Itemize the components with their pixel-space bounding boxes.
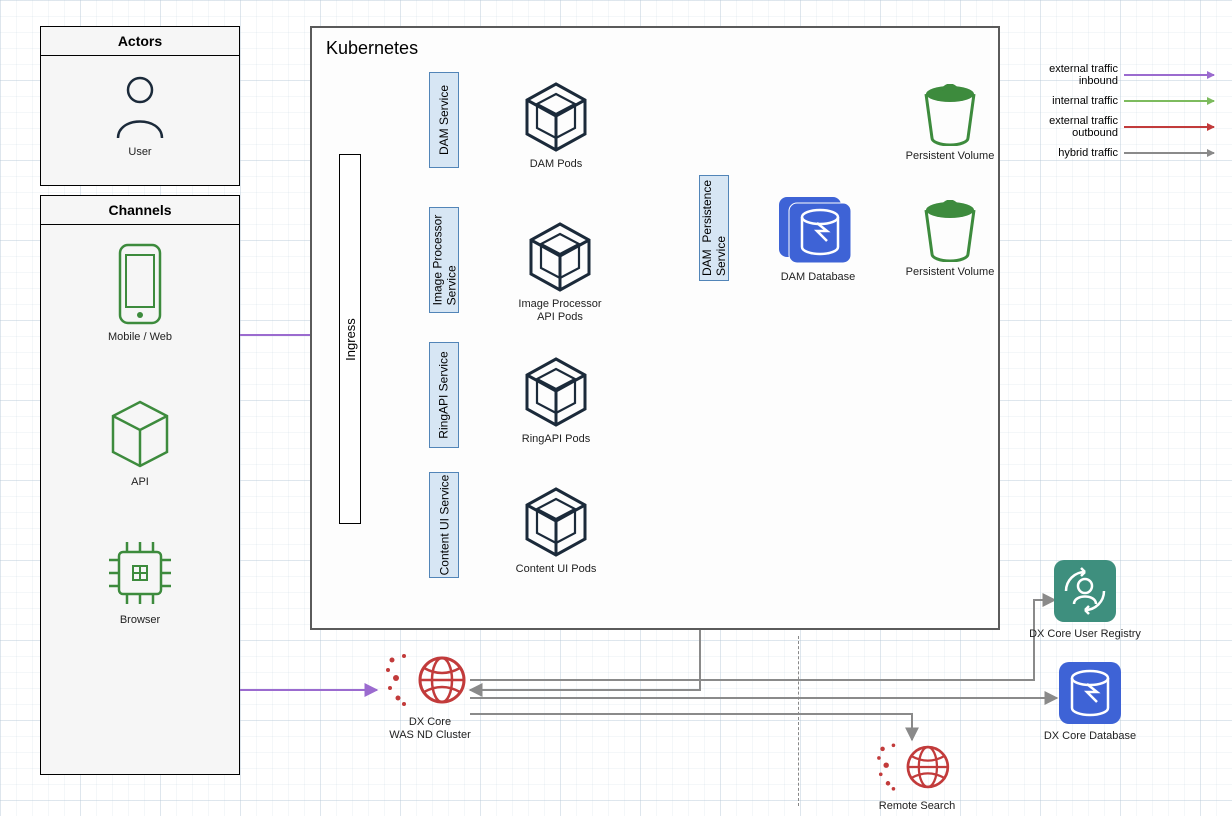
svc-cui: Content UI Service [429, 472, 459, 578]
legend: external traffic inbound internal traffi… [1049, 55, 1214, 167]
kubernetes-title: Kubernetes [312, 28, 998, 69]
user-icon [110, 72, 170, 142]
ingress-label: Ingress [343, 318, 358, 361]
legend-hybrid: hybrid traffic [1049, 147, 1214, 159]
legend-swatch-purple [1124, 74, 1214, 76]
cluster-globe-icon [869, 738, 965, 796]
cluster-globe-icon [382, 648, 478, 712]
dashed-separator [798, 636, 799, 806]
legend-internal: internal traffic [1049, 95, 1214, 107]
legend-swatch-grey [1124, 152, 1214, 154]
pv1: Persistent Volume [900, 84, 1000, 163]
svc-dam: DAM Service [429, 72, 459, 168]
legend-ext-in: external traffic inbound [1049, 63, 1214, 87]
bucket-icon [920, 200, 980, 262]
channels-panel: Channels Mobile / Web API Browser [40, 195, 240, 775]
svc-ring-label: RingAPI Service [437, 351, 451, 438]
ingress-box: Ingress [339, 154, 361, 524]
user-label: User [41, 146, 239, 159]
remote-search-label: Remote Search [862, 800, 972, 813]
stack-icon [521, 485, 591, 559]
svc-img: Image Processor Service [429, 207, 459, 313]
dx-core-label: DX Core WAS ND Cluster [370, 716, 490, 742]
user-registry-label: DX Core User Registry [1020, 628, 1150, 641]
dam-db-label: DAM Database [770, 271, 866, 284]
dx-core: DX Core WAS ND Cluster [370, 648, 490, 742]
dam-db: DAM Database [770, 195, 866, 284]
pod-ring: RingAPI Pods [516, 355, 596, 446]
legend-internal-label: internal traffic [1052, 95, 1118, 107]
legend-hybrid-label: hybrid traffic [1058, 147, 1118, 159]
pv2: Persistent Volume [900, 200, 1000, 279]
remote-search: Remote Search [862, 738, 972, 813]
diagram-canvas: { "panels": { "actors": { "title": "Acto… [0, 0, 1232, 816]
mobile-node: Mobile / Web [41, 241, 239, 344]
pod-cui: Content UI Pods [510, 485, 602, 576]
pod-dam: DAM Pods [516, 80, 596, 171]
stack-icon [521, 80, 591, 154]
pv1-label: Persistent Volume [900, 150, 1000, 163]
api-node: API [41, 396, 239, 489]
svc-dam-persist: DAM Persistence Service [699, 175, 729, 281]
svc-ring: RingAPI Service [429, 342, 459, 448]
legend-swatch-red [1124, 126, 1214, 128]
legend-swatch-green [1124, 100, 1214, 102]
pod-dam-label: DAM Pods [516, 158, 596, 171]
pod-img-label: Image Processor API Pods [510, 298, 610, 324]
database-icon [1057, 660, 1123, 726]
dx-db: DX Core Database [1030, 660, 1150, 743]
mobile-label: Mobile / Web [41, 331, 239, 344]
api-label: API [41, 476, 239, 489]
browser-label: Browser [41, 614, 239, 627]
actors-panel: Actors User [40, 26, 240, 186]
pod-img: Image Processor API Pods [510, 220, 610, 324]
stack-icon [525, 220, 595, 294]
browser-node: Browser [41, 536, 239, 627]
stack-icon [521, 355, 591, 429]
channels-title: Channels [41, 196, 239, 225]
mobile-icon [114, 241, 166, 327]
kubernetes-box: Kubernetes [310, 26, 1000, 630]
user-node: User [41, 72, 239, 159]
chip-icon [103, 536, 177, 610]
bucket-icon [920, 84, 980, 146]
svc-dam-persist-label: DAM Persistence Service [700, 180, 728, 276]
database-icon [777, 195, 859, 267]
pod-ring-label: RingAPI Pods [516, 433, 596, 446]
user-registry: DX Core User Registry [1020, 558, 1150, 641]
dx-db-label: DX Core Database [1030, 730, 1150, 743]
cube-icon [107, 396, 173, 472]
pv2-label: Persistent Volume [900, 266, 1000, 279]
legend-ext-out: external traffic outbound [1049, 115, 1214, 139]
pod-cui-label: Content UI Pods [510, 563, 602, 576]
svc-cui-label: Content UI Service [437, 475, 451, 576]
svc-img-label: Image Processor Service [430, 215, 458, 306]
user-sync-icon [1052, 558, 1118, 624]
legend-ext-out-label: external traffic outbound [1049, 115, 1118, 139]
legend-ext-in-label: external traffic inbound [1049, 63, 1118, 87]
actors-title: Actors [41, 27, 239, 56]
svc-dam-label: DAM Service [437, 85, 451, 155]
